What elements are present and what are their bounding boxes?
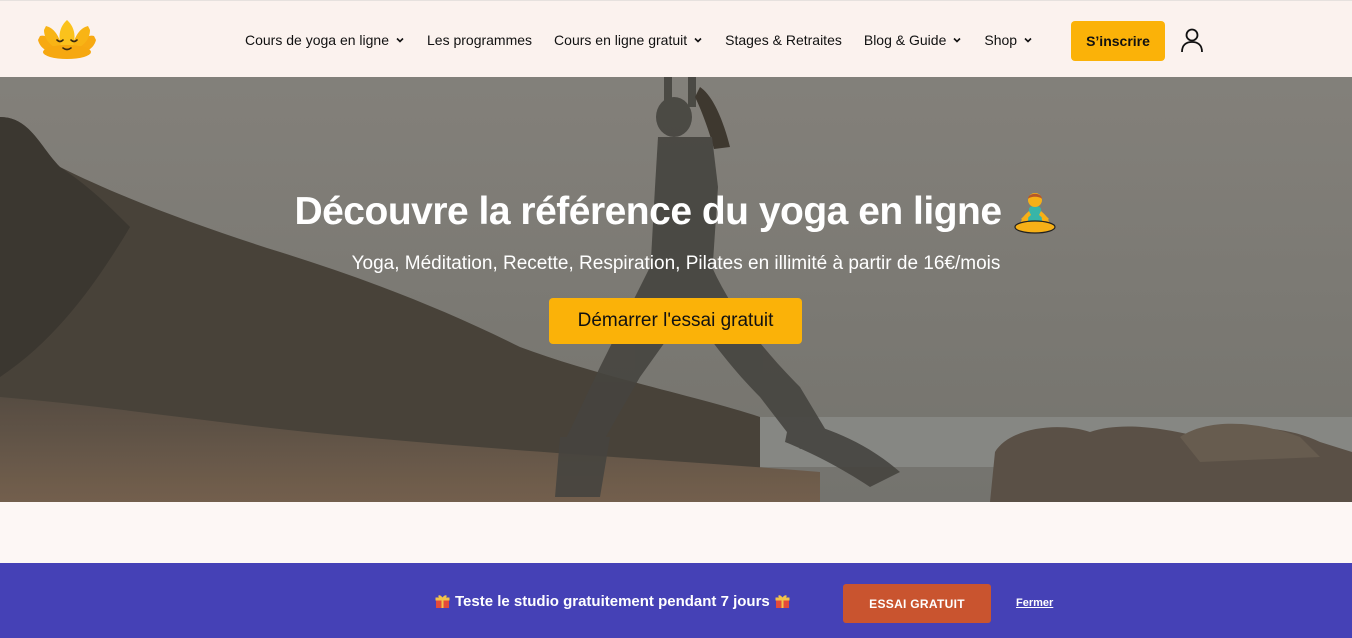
free-trial-button[interactable]: ESSAI GRATUIT (843, 584, 991, 623)
banner-text: Teste le studio gratuitement pendant 7 j… (455, 593, 770, 610)
nav-item-label: Shop (984, 31, 1018, 48)
person-in-lotus-position-emoji (1012, 189, 1058, 235)
nav-item-programmes[interactable]: Les programmes (427, 32, 532, 48)
nav-item-label: Cours de yoga en ligne (245, 31, 389, 48)
site-header: Cours de yoga en ligne Les programmes Co… (0, 0, 1352, 77)
nav-item-label: Les programmes (427, 31, 533, 48)
gift-icon (775, 594, 790, 609)
signup-button[interactable]: S’inscrire (1071, 21, 1165, 61)
gift-icon (435, 594, 450, 609)
nav-item-blog-guide[interactable]: Blog & Guide (864, 32, 963, 48)
chevron-down-icon (953, 37, 961, 43)
nav-item-stages-retraites[interactable]: Stages & Retraites (725, 32, 842, 48)
chevron-down-icon (396, 37, 404, 43)
nav-item-label: Cours en ligne gratuit (554, 31, 688, 48)
main-nav: Cours de yoga en ligne Les programmes Co… (245, 1, 1055, 78)
nav-item-shop[interactable]: Shop (984, 32, 1033, 48)
lotus-logo-icon[interactable] (36, 18, 98, 60)
close-banner-link[interactable]: Fermer (1016, 597, 1053, 609)
banner-message: Teste le studio gratuitement pendant 7 j… (430, 593, 795, 610)
hero-title: Découvre la référence du yoga en ligne (0, 189, 1352, 235)
chevron-down-icon (1024, 37, 1032, 43)
nav-item-label: Stages & Retraites (725, 31, 842, 48)
hero-section: Découvre la référence du yoga en ligne Y… (0, 77, 1352, 502)
nav-item-cours-yoga[interactable]: Cours de yoga en ligne (245, 32, 405, 48)
chevron-down-icon (694, 37, 702, 43)
hero-title-text: Découvre la référence du yoga en ligne (294, 190, 1002, 233)
start-free-trial-button[interactable]: Démarrer l'essai gratuit (549, 298, 802, 344)
hero-content: Découvre la référence du yoga en ligne Y… (0, 77, 1352, 502)
nav-item-label: Blog & Guide (863, 31, 947, 48)
hero-subtitle: Yoga, Méditation, Recette, Respiration, … (351, 253, 1001, 274)
promo-banner: Teste le studio gratuitement pendant 7 j… (0, 563, 1352, 638)
user-icon[interactable] (1180, 27, 1204, 53)
nav-item-cours-gratuit[interactable]: Cours en ligne gratuit (554, 32, 703, 48)
